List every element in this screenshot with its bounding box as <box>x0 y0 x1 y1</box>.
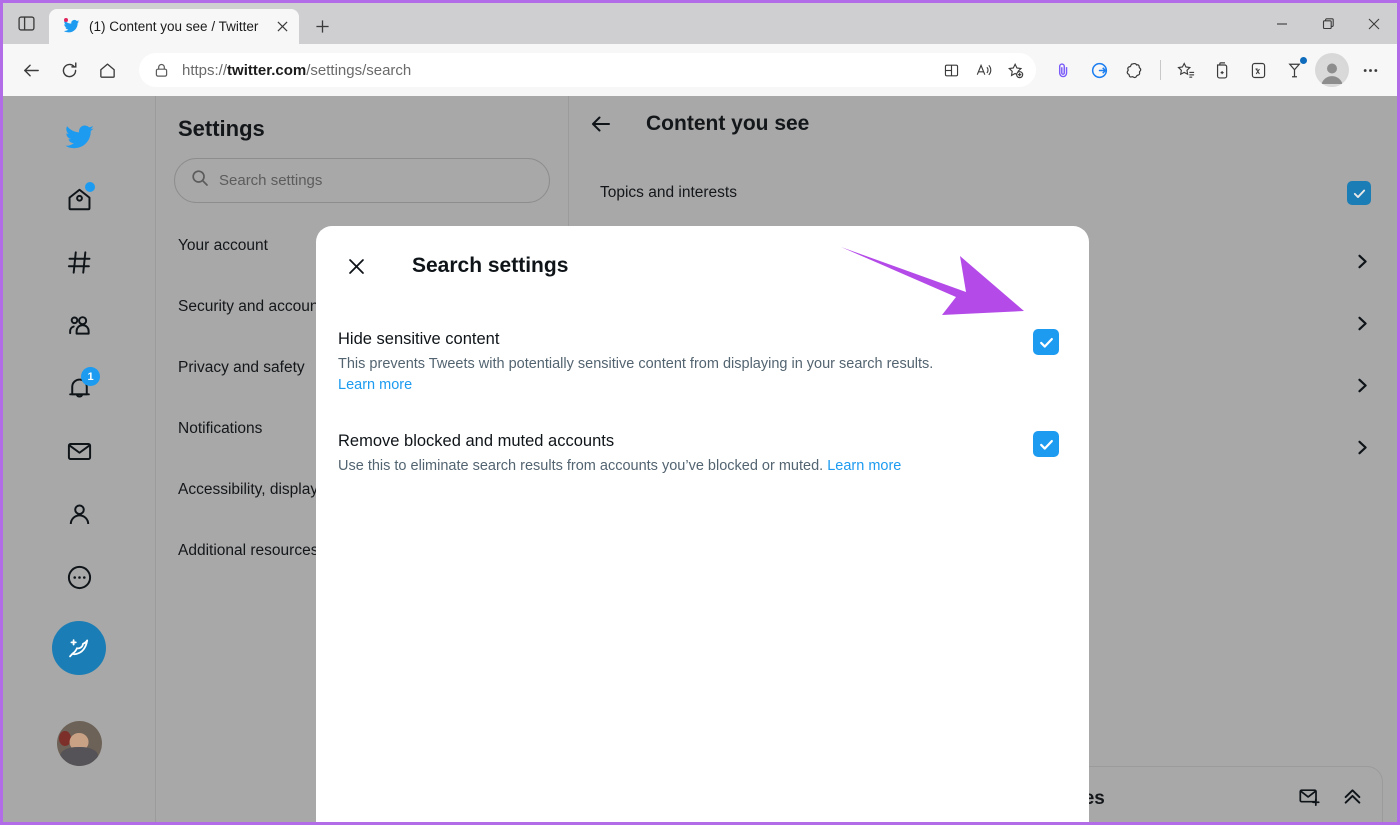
puzzle-blob-icon[interactable] <box>1118 53 1152 87</box>
math-solver-icon[interactable] <box>1241 53 1275 87</box>
setting-description: Use this to eliminate search results fro… <box>338 456 1017 477</box>
url-text: https://twitter.com/settings/search <box>182 62 936 79</box>
office-clip-icon[interactable] <box>1046 53 1080 87</box>
tab-title: (1) Content you see / Twitter <box>89 19 259 34</box>
twitter-bird-icon <box>63 18 80 35</box>
refresh-icon[interactable] <box>51 52 87 88</box>
setting-description-text: This prevents Tweets with potentially se… <box>338 356 934 372</box>
new-tab-button[interactable] <box>305 9 339 43</box>
learn-more-link[interactable]: Learn more <box>338 377 412 393</box>
close-icon[interactable] <box>338 248 374 284</box>
profile-avatar-icon[interactable] <box>1315 53 1349 87</box>
modal-title: Search settings <box>412 254 569 277</box>
twitter-page: 1 Settings Search settings Your account … <box>3 96 1397 822</box>
url-scheme: https:// <box>182 61 228 79</box>
tab-strip: (1) Content you see / Twitter <box>3 3 1397 44</box>
modal-header: Search settings <box>316 226 1089 284</box>
learn-more-link[interactable]: Learn more <box>827 458 901 474</box>
omnibox-actions <box>936 55 1030 85</box>
read-aloud-icon[interactable] <box>968 55 998 85</box>
back-arrow-icon[interactable] <box>13 52 49 88</box>
setting-text: Remove blocked and muted accounts Use th… <box>338 430 1017 477</box>
setting-remove-blocked-muted: Remove blocked and muted accounts Use th… <box>316 396 1089 477</box>
toolbar-divider <box>1160 60 1161 80</box>
hide-sensitive-content-checkbox[interactable] <box>1033 329 1059 355</box>
window-controls <box>1259 3 1397 44</box>
url-domain: twitter.com <box>227 61 307 79</box>
minimize-icon[interactable] <box>1259 3 1305 44</box>
setting-description-text: Use this to eliminate search results fro… <box>338 458 824 474</box>
more-horizontal-icon[interactable] <box>1353 53 1387 87</box>
url-path: /settings/search <box>306 61 412 79</box>
setting-description: This prevents Tweets with potentially se… <box>338 354 1017 396</box>
setting-text: Hide sensitive content This prevents Twe… <box>338 328 1017 396</box>
setting-label: Hide sensitive content <box>338 330 500 348</box>
copilot-icon[interactable] <box>1082 53 1116 87</box>
window-close-icon[interactable] <box>1351 3 1397 44</box>
browser-window: (1) Content you see / Twitter https://tw… <box>0 0 1400 825</box>
add-favorite-icon[interactable] <box>1000 55 1030 85</box>
address-bar[interactable]: https://twitter.com/settings/search <box>139 53 1036 87</box>
setting-label: Remove blocked and muted accounts <box>338 432 615 450</box>
tab-actions-icon[interactable] <box>3 3 49 44</box>
browser-toolbar: https://twitter.com/settings/search <box>3 44 1397 96</box>
collections-star-icon[interactable] <box>1169 53 1203 87</box>
remove-blocked-muted-checkbox[interactable] <box>1033 431 1059 457</box>
home-icon[interactable] <box>89 52 125 88</box>
split-screen-icon[interactable] <box>936 55 966 85</box>
setting-hide-sensitive-content: Hide sensitive content This prevents Twe… <box>316 306 1089 396</box>
split-tool-icon[interactable] <box>1277 53 1311 87</box>
maximize-icon[interactable] <box>1305 3 1351 44</box>
lock-icon <box>153 62 170 79</box>
browser-essentials-icon[interactable] <box>1205 53 1239 87</box>
browser-tab[interactable]: (1) Content you see / Twitter <box>49 9 299 44</box>
extension-badge-dot <box>1300 57 1307 64</box>
search-settings-modal: Search settings Hide sensitive content T… <box>316 226 1089 822</box>
tab-close-icon[interactable] <box>271 16 293 38</box>
